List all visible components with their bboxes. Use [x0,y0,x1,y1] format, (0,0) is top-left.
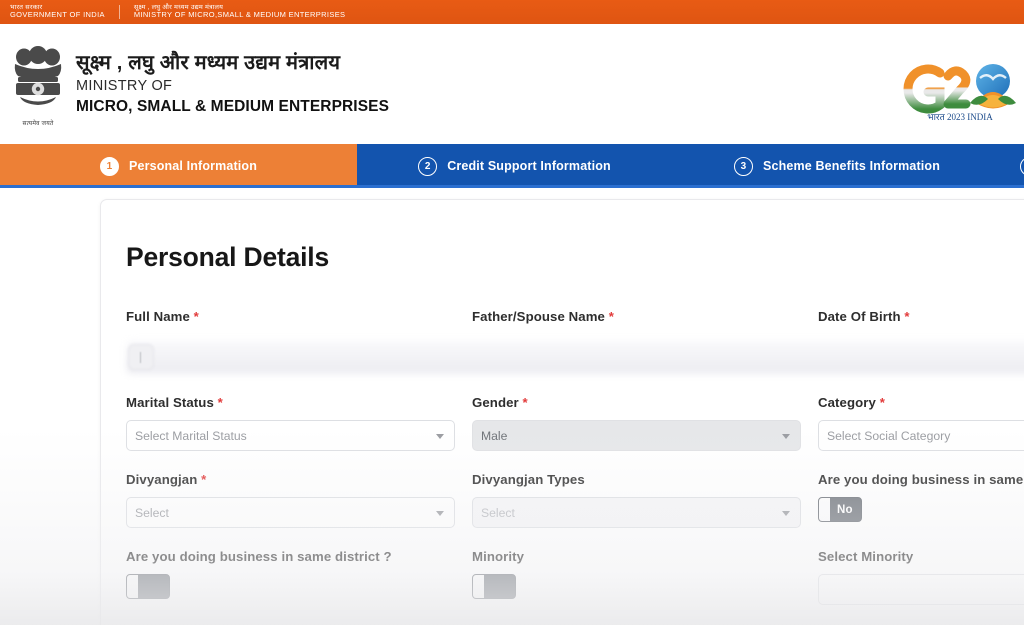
field-father-spouse-name: Father/Spouse Name * [472,309,818,334]
label-marital-status: Marital Status * [126,395,223,410]
ministry-hindi-title: सूक्ष्म , लघु और मध्यम उद्यम मंत्रालय [76,51,341,74]
form-row-3: Divyangjan * Select Divyangjan Types Sel… [126,472,1024,528]
marital-status-select[interactable]: Select Marital Status [126,420,455,451]
step-number-3: 3 [734,156,753,176]
field-divyangjan: Divyangjan * Select [126,472,472,528]
form-row-4: Are you doing business in same district … [126,549,1024,605]
toggle-knob [127,575,138,598]
gov-strip-right-english: MINISTRY OF MICRO,SMALL & MEDIUM ENTERPR… [133,10,346,20]
page-title: Personal Details [126,242,330,272]
personal-details-card: Personal Details Full Name * Father/Spou… [100,199,1024,625]
label-full-name: Full Name * [126,309,199,324]
field-business-same-district: Are you doing business in same district … [126,549,472,605]
tab-credit-support-information[interactable]: 2 Credit Support Information [357,144,672,188]
field-select-minority: Select Minority [818,549,1024,605]
divyangjan-types-select[interactable]: Select [472,497,801,528]
label-business-same-state: Are you doing business in same [818,472,1024,487]
toggle-knob [819,498,830,521]
field-date-of-birth: Date Of Birth * [818,309,1024,334]
required-asterisk: * [189,309,199,324]
step-navigation: 1 Personal Information 2 Credit Support … [0,144,1024,188]
required-asterisk: * [900,309,910,324]
marital-status-value: Select Marital Status [135,428,247,443]
full-name-input[interactable] [128,344,154,370]
ashoka-emblem-icon: सत्यमेव जयते [8,37,68,132]
gender-value: Male [481,428,508,443]
business-same-state-toggle-value: No [837,503,853,516]
label-select-minority: Select Minority [818,549,914,564]
government-strip: भारत सरकार GOVERNMENT OF INDIA सूक्ष्म ,… [0,0,1024,24]
label-father-spouse-name: Father/Spouse Name * [472,309,614,324]
form-row-labels-1: Full Name * Father/Spouse Name * Date Of… [126,309,1024,334]
required-asterisk: * [213,395,223,410]
redacted-input-row[interactable] [126,340,1024,374]
step-number-2: 2 [418,156,438,176]
business-same-district-toggle[interactable] [126,574,170,599]
field-full-name: Full Name * [126,309,472,334]
label-category: Category * [818,395,885,410]
divyangjan-select[interactable]: Select [126,497,455,528]
ministry-name: MICRO, SMALL & MEDIUM ENTERPRISES [76,97,390,115]
tab-personal-information[interactable]: 1 Personal Information [0,144,357,188]
field-minority: Minority [472,549,818,605]
step-label-3: Scheme Benefits Information [763,159,940,173]
select-minority-select[interactable] [818,574,1024,605]
tab-scheme-benefits-information[interactable]: 3 Scheme Benefits Information [672,144,1002,188]
category-select[interactable]: Select Social Category [818,420,1024,451]
divyangjan-types-value: Select [481,505,515,520]
g20-tagline: भारत 2023 INDIA [927,112,993,122]
category-value: Select Social Category [827,428,951,443]
gender-select[interactable]: Male [472,420,801,451]
label-date-of-birth: Date Of Birth * [818,309,910,324]
ministry-title-block: सूक्ष्म , लघु और मध्यम उद्यम मंत्रालय MI… [74,51,1010,118]
page-body: Personal Details Full Name * Father/Spou… [0,188,1024,625]
step-label-1: Personal Information [128,159,258,173]
gov-strip-right: सूक्ष्म , लघु और मध्यम उद्यम मंत्रालय MI… [118,4,360,20]
redacted-band [126,340,1024,374]
label-minority: Minority [472,549,525,564]
g20-logo: भारत 2023 INDIA [894,44,1024,134]
field-gender: Gender * Male [472,395,818,451]
field-divyangjan-types: Divyangjan Types Select [472,472,818,528]
required-asterisk: * [604,309,614,324]
required-asterisk: * [197,472,207,487]
step-number-1: 1 [99,156,119,176]
emblem-motto: सत्यमेव जयते [22,120,54,127]
field-marital-status: Marital Status * Select Marital Status [126,395,472,451]
step-label-2: Credit Support Information [447,159,611,173]
ministry-of-label: MINISTRY OF [76,77,173,94]
site-header: सत्यमेव जयते सूक्ष्म , लघु और मध्यम उद्य… [0,24,1024,144]
label-gender: Gender * [472,395,528,410]
toggle-knob [473,575,484,598]
gov-strip-left-english: GOVERNMENT OF INDIA [10,10,105,20]
field-category: Category * Select Social Category [818,395,1024,451]
text-cursor [140,352,141,363]
label-business-same-district: Are you doing business in same district … [126,549,392,564]
required-asterisk: * [875,395,885,410]
business-same-state-toggle[interactable]: No [818,497,862,522]
step-number-4: 4 [1020,156,1024,176]
gov-strip-left: भारत सरकार GOVERNMENT OF INDIA [10,4,119,20]
form-row-2: Marital Status * Select Marital Status G… [126,395,1024,451]
label-divyangjan-types: Divyangjan Types [472,472,585,487]
required-asterisk: * [518,395,528,410]
divyangjan-value: Select [135,505,169,520]
minority-toggle[interactable] [472,574,516,599]
label-divyangjan: Divyangjan * [126,472,207,487]
field-business-same-state: Are you doing business in same No [818,472,1024,528]
tab-step-four[interactable]: 4 [1002,144,1024,188]
